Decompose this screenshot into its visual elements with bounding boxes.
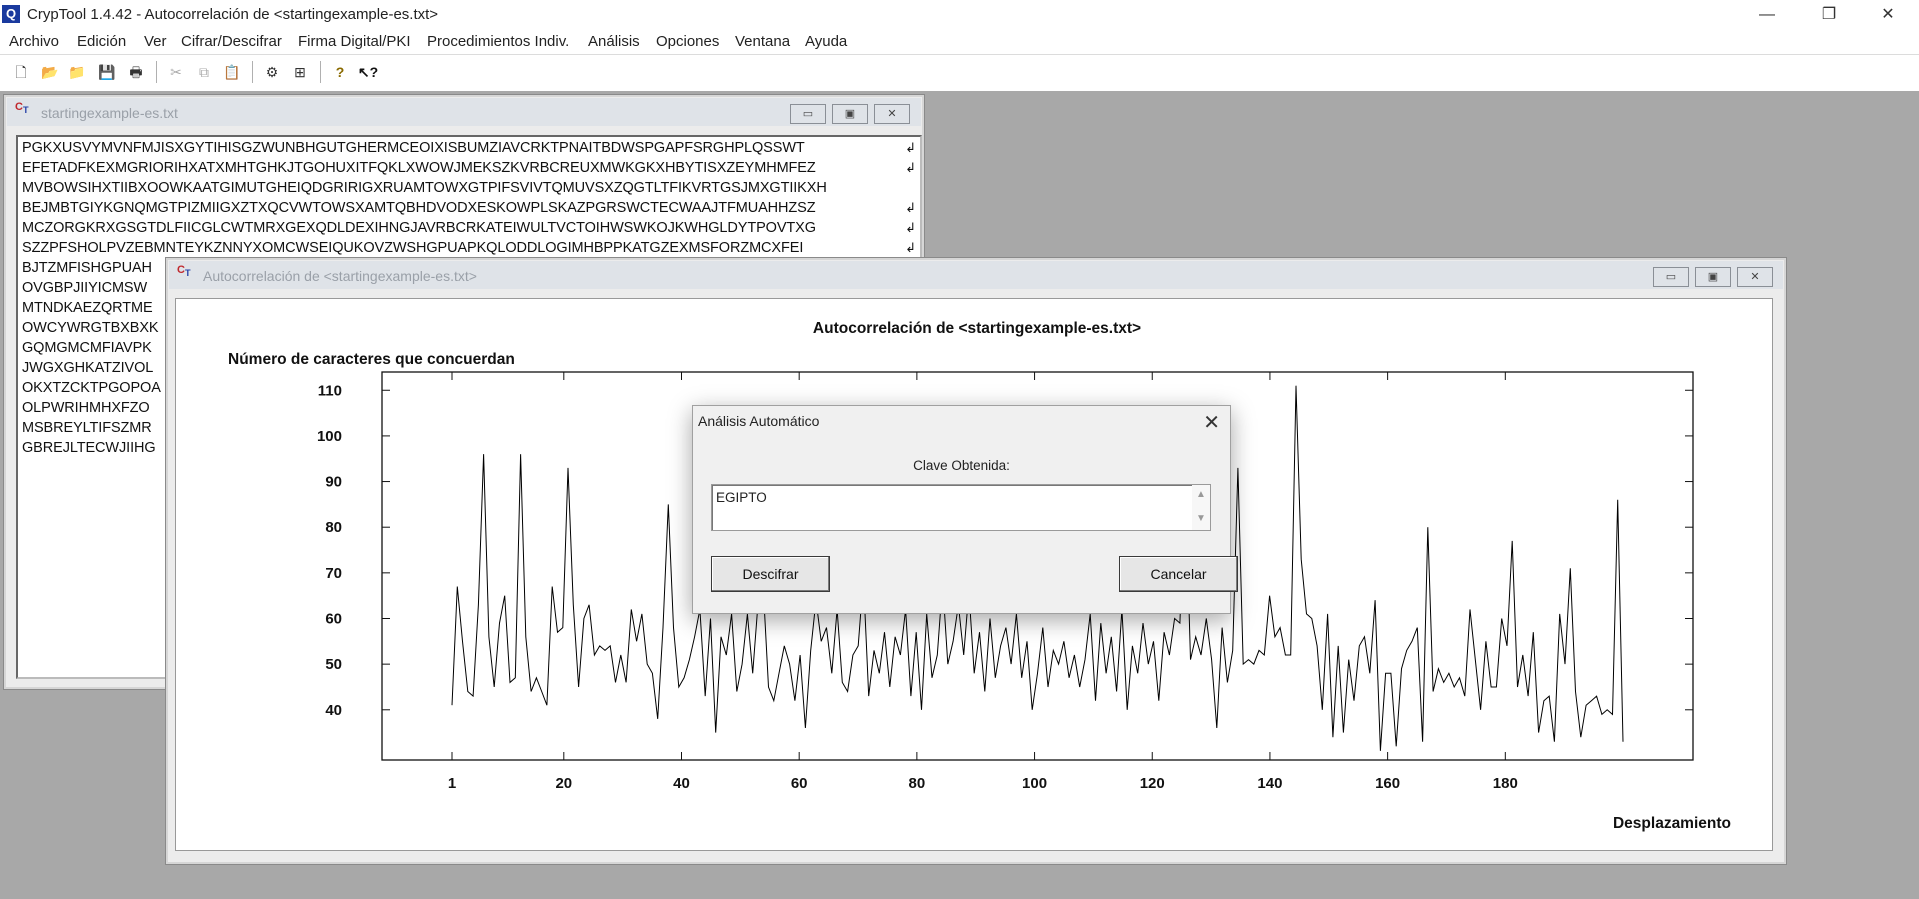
menu-analisis[interactable]: Análisis [588, 33, 640, 50]
text-line: JWGXGHKATZIVOL [22, 360, 154, 376]
chart-window-close-button[interactable]: ✕ [1737, 267, 1773, 287]
app-title: CrypTool 1.4.42 - Autocorrelación de <st… [27, 6, 439, 23]
y-tick-label: 50 [325, 656, 342, 673]
text-window-title-bar: CT startingexample-es.txt ▭ ▣ ✕ [7, 98, 921, 126]
toolbar-separator [156, 61, 157, 83]
text-window-close-button[interactable]: ✕ [874, 104, 910, 124]
text-line: MVBOWSIHXTIIBXOOWKAATGIMUTGHEIQDGRIRIGXR… [22, 180, 827, 196]
close-button[interactable]: ✕ [1860, 0, 1916, 29]
dialog-close-button[interactable]: ✕ [1203, 410, 1220, 435]
key-value: EGIPTO [716, 490, 767, 505]
windows-icon[interactable]: ⊞ [287, 59, 313, 85]
cryptool-app-icon: Q [2, 5, 20, 23]
y-tick-label: 90 [325, 474, 342, 491]
print-icon[interactable]: 🖶 [123, 59, 149, 85]
text-line: EFETADFKEXMGRIORIHXATXMHTGHKJTGOHUXITFQK… [22, 160, 816, 176]
auto-analysis-dialog: Análisis Automático ✕ Clave Obtenida: EG… [692, 405, 1238, 614]
wrap-marker: ↲ [905, 200, 916, 215]
text-line: MSBREYLTIFSZMR [22, 420, 152, 436]
save-icon[interactable]: 💾 [94, 59, 120, 85]
key-tool-icon[interactable]: ⚙ [259, 59, 285, 85]
restore-button[interactable]: ❐ [1801, 0, 1857, 29]
menu-cifrar-descifrar[interactable]: Cifrar/Descifrar [181, 33, 282, 50]
app-title-bar: Q CrypTool 1.4.42 - Autocorrelación de <… [0, 0, 1919, 29]
chart-window-title-bar: CT Autocorrelación de <startingexample-e… [169, 261, 1783, 289]
x-tick-label: 100 [1022, 775, 1047, 792]
text-line: GBREJLTECWJIIHG [22, 440, 156, 456]
text-line: PGKXUSVYMVNFMJISXGYTIHISGZWUNBHGUTGHERMC… [22, 140, 805, 156]
y-tick-label: 60 [325, 610, 342, 627]
menu-edicion[interactable]: Edición [77, 33, 126, 50]
text-line: MCZORGKRXGSGTDLFIICGLCWTMRXGEXQDLDEXIHNG… [22, 220, 816, 236]
menu-ayuda[interactable]: Ayuda [805, 33, 847, 50]
x-tick-label: 80 [909, 775, 926, 792]
chart-window-title: Autocorrelación de <startingexample-es.t… [203, 268, 477, 284]
menu-bar: Archivo Edición Ver Cifrar/Descifrar Fir… [0, 29, 1919, 55]
x-tick-label: 1 [448, 775, 456, 792]
wrap-marker: ↲ [905, 220, 916, 235]
y-tick-label: 70 [325, 565, 342, 582]
y-axis-label: Número de caracteres que concuerdan [228, 351, 515, 368]
y-tick-label: 100 [317, 428, 342, 445]
wrap-marker: ↲ [905, 140, 916, 155]
x-axis-label: Desplazamiento [1613, 815, 1731, 832]
x-tick-label: 180 [1493, 775, 1518, 792]
wrap-marker: ↲ [905, 240, 916, 255]
toolbar: 🗋 📂 📁 💾 🖶 ✂ ⧉ 📋 ⚙ ⊞ ? ↖? [0, 55, 1919, 91]
minimize-button[interactable]: — [1739, 0, 1795, 29]
menu-archivo[interactable]: Archivo [9, 33, 59, 50]
key-label: Clave Obtenida: [913, 458, 1010, 473]
y-tick-label: 40 [325, 702, 342, 719]
y-tick-label: 80 [325, 519, 342, 536]
text-line: OWCYWRGTBXBXK [22, 320, 159, 336]
x-tick-label: 60 [791, 775, 808, 792]
chart-title: Autocorrelación de <startingexample-es.t… [813, 320, 1141, 337]
decrypt-button[interactable]: Descifrar [711, 556, 830, 592]
paste-icon[interactable]: 📋 [219, 59, 245, 85]
open-folder-icon[interactable]: 📁 [64, 59, 90, 85]
toolbar-separator [320, 61, 321, 83]
text-line: MTNDKAEZQRTME [22, 300, 153, 316]
x-tick-label: 140 [1257, 775, 1282, 792]
text-line: OKXTZCKTPGOPOA [22, 380, 161, 396]
text-line: BJTZMFISHGPUAH [22, 260, 152, 276]
chart-window-minimize-button[interactable]: ▭ [1653, 267, 1689, 287]
open-file-icon[interactable]: 📂 [37, 59, 63, 85]
dialog-title: Análisis Automático [698, 413, 820, 429]
x-tick-label: 40 [673, 775, 690, 792]
y-tick-label: 110 [318, 382, 342, 399]
cut-icon[interactable]: ✂ [163, 59, 189, 85]
cancel-button[interactable]: Cancelar [1119, 556, 1238, 592]
x-tick-label: 120 [1140, 775, 1165, 792]
new-file-icon[interactable]: 🗋 [8, 59, 34, 85]
menu-firma-digital[interactable]: Firma Digital/PKI [298, 33, 411, 50]
menu-ventana[interactable]: Ventana [735, 33, 790, 50]
x-tick-label: 160 [1375, 775, 1400, 792]
menu-ver[interactable]: Ver [144, 33, 167, 50]
chart-document-icon: CT [177, 264, 191, 279]
text-line: BEJMBTGIYKGNQMGTPIZMIIGXZTXQCVWTOWSXAMTQ… [22, 200, 816, 216]
wrap-marker: ↲ [905, 160, 916, 175]
document-icon: CT [15, 101, 29, 116]
scroll-down-icon[interactable]: ▼ [1196, 513, 1206, 524]
menu-opciones[interactable]: Opciones [656, 33, 719, 50]
copy-icon[interactable]: ⧉ [191, 59, 217, 85]
text-window-title: startingexample-es.txt [41, 105, 178, 121]
text-window-maximize-button[interactable]: ▣ [832, 104, 868, 124]
x-tick-label: 20 [555, 775, 572, 792]
key-field-scrollbar[interactable]: ▲ ▼ [1192, 485, 1210, 530]
text-line: SZZPFSHOLPVZEBMNTEYKZNNYXOMCWSEIQUKOVZWS… [22, 240, 804, 256]
text-window-minimize-button[interactable]: ▭ [790, 104, 826, 124]
chart-window-maximize-button[interactable]: ▣ [1695, 267, 1731, 287]
toolbar-separator [252, 61, 253, 83]
scroll-up-icon[interactable]: ▲ [1196, 489, 1206, 500]
text-line: OVGBPJIIYICMSW [22, 280, 148, 296]
help-icon[interactable]: ? [327, 59, 353, 85]
context-help-icon[interactable]: ↖? [355, 59, 381, 85]
menu-procedimientos[interactable]: Procedimientos Indiv. [427, 33, 569, 50]
text-line: OLPWRIHMHXFZO [22, 400, 150, 416]
key-field[interactable]: EGIPTO ▲ ▼ [711, 484, 1211, 531]
text-line: GQMGMCMFIAVPK [22, 340, 152, 356]
